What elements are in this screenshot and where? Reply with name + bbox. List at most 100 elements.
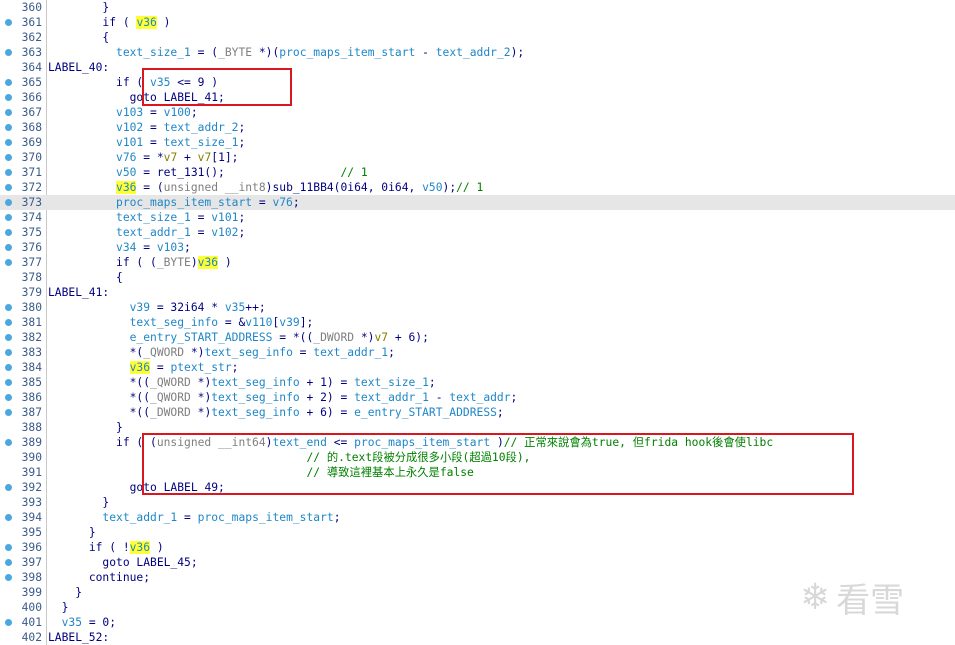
breakpoint-dot-icon[interactable]	[5, 304, 12, 311]
code-line[interactable]: 375 text_addr_1 = v102;	[0, 225, 955, 240]
breakpoint-dot-icon[interactable]	[5, 439, 12, 446]
breakpoint-dot-icon[interactable]	[5, 349, 12, 356]
code-token[interactable]: v7	[164, 151, 178, 164]
code-token[interactable]: v102	[211, 226, 238, 239]
code-line[interactable]: 379 LABEL_41:	[0, 285, 955, 300]
code-line[interactable]: 367 v103 = v100;	[0, 105, 955, 120]
code-token[interactable]: v101	[116, 136, 143, 149]
code-line[interactable]: 369 v101 = text_size_1;	[0, 135, 955, 150]
code-line[interactable]: 376 v34 = v103;	[0, 240, 955, 255]
code-token[interactable]: v50	[116, 166, 136, 179]
highlighted-identifier[interactable]: v36	[136, 16, 157, 29]
code-token[interactable]: text_addr_1	[116, 226, 191, 239]
code-token[interactable]: v39	[130, 301, 150, 314]
code-line[interactable]: 396 if ( !v36 )	[0, 540, 955, 555]
breakpoint-dot-icon[interactable]	[5, 19, 12, 26]
breakpoint-dot-icon[interactable]	[5, 124, 12, 131]
code-token[interactable]: v103	[157, 241, 184, 254]
code-token[interactable]: text_size_1	[354, 376, 429, 389]
code-token[interactable]: proc_maps_item_start	[279, 46, 415, 59]
breakpoint-dot-icon[interactable]	[5, 319, 12, 326]
code-token[interactable]: text_addr_1	[313, 346, 388, 359]
breakpoint-dot-icon[interactable]	[5, 574, 12, 581]
breakpoint-dot-icon[interactable]	[5, 409, 12, 416]
breakpoint-dot-icon[interactable]	[5, 169, 12, 176]
breakpoint-dot-icon[interactable]	[5, 334, 12, 341]
code-editor[interactable]: 360 } 361 if ( v36 ) 362 {363 text_size_1 …	[0, 0, 955, 645]
breakpoint-dot-icon[interactable]	[5, 199, 12, 206]
breakpoint-dot-icon[interactable]	[5, 514, 12, 521]
code-line[interactable]: 380 v39 = 32i64 * v35++;	[0, 300, 955, 315]
code-line[interactable]: 383 *(_QWORD *)text_seg_info = text_addr…	[0, 345, 955, 360]
breakpoint-dot-icon[interactable]	[5, 154, 12, 161]
breakpoint-dot-icon[interactable]	[5, 244, 12, 251]
code-token[interactable]: v7	[198, 151, 212, 164]
highlighted-identifier[interactable]: v36	[197, 256, 219, 269]
code-token[interactable]: v7	[374, 331, 388, 344]
breakpoint-dot-icon[interactable]	[5, 139, 12, 146]
code-line[interactable]: 393 }	[0, 495, 955, 510]
code-line[interactable]: 384 v36 = ptext_str;	[0, 360, 955, 375]
code-line[interactable]: 368 v102 = text_addr_2;	[0, 120, 955, 135]
code-token[interactable]: v50	[422, 181, 442, 194]
code-token[interactable]: v103	[116, 106, 143, 119]
breakpoint-dot-icon[interactable]	[5, 259, 12, 266]
code-line[interactable]: 402 LABEL_52:	[0, 630, 955, 645]
code-token[interactable]: v34	[116, 241, 136, 254]
code-token[interactable]: v100	[164, 106, 191, 119]
breakpoint-dot-icon[interactable]	[5, 559, 12, 566]
code-token[interactable]: text_seg_info	[130, 316, 218, 329]
code-line[interactable]: 385 *((_QWORD *)text_seg_info + 1) = tex…	[0, 375, 955, 390]
code-token[interactable]: text_addr_1	[102, 511, 177, 524]
code-token[interactable]: text_seg_info	[211, 391, 299, 404]
code-token[interactable]: v39	[279, 316, 299, 329]
code-token[interactable]: v101	[211, 211, 238, 224]
code-line[interactable]: 378 {	[0, 270, 955, 285]
breakpoint-dot-icon[interactable]	[5, 49, 12, 56]
breakpoint-dot-icon[interactable]	[5, 109, 12, 116]
breakpoint-dot-icon[interactable]	[5, 394, 12, 401]
code-line[interactable]: 363 text_size_1 = (_BYTE *)(proc_maps_it…	[0, 45, 955, 60]
breakpoint-dot-icon[interactable]	[5, 79, 12, 86]
code-line[interactable]: 370 v76 = *v7 + v7[1];	[0, 150, 955, 165]
code-line[interactable]: 374 text_size_1 = v101;	[0, 210, 955, 225]
code-token[interactable]: text_size_1	[164, 136, 239, 149]
highlighted-identifier[interactable]: v36	[129, 361, 151, 374]
highlighted-identifier[interactable]: v36	[129, 541, 151, 554]
highlighted-identifier[interactable]: v36	[116, 181, 137, 194]
breakpoint-dot-icon[interactable]	[5, 544, 12, 551]
breakpoint-dot-icon[interactable]	[5, 184, 12, 191]
code-token[interactable]: v110	[245, 316, 272, 329]
code-line[interactable]: 373 proc_maps_item_start = v76;	[0, 195, 955, 210]
code-line[interactable]: 372 v36 = (unsigned __int8)sub_11BB4(0i6…	[0, 180, 955, 195]
code-token[interactable]: proc_maps_item_start	[116, 196, 252, 209]
code-line[interactable]: 381 text_seg_info = &v110[v39];	[0, 315, 955, 330]
code-token[interactable]: ptext_str	[170, 361, 231, 374]
code-token[interactable]: text_addr_2	[164, 121, 239, 134]
code-token[interactable]: text_addr	[449, 391, 510, 404]
breakpoint-dot-icon[interactable]	[5, 484, 12, 491]
code-token[interactable]: e_entry_START_ADDRESS	[130, 331, 273, 344]
code-line[interactable]: 360 }	[0, 0, 955, 15]
breakpoint-dot-icon[interactable]	[5, 379, 12, 386]
breakpoint-dot-icon[interactable]	[5, 619, 12, 626]
code-line[interactable]: 395 }	[0, 525, 955, 540]
code-token[interactable]: e_entry_START_ADDRESS	[354, 406, 497, 419]
breakpoint-dot-icon[interactable]	[5, 214, 12, 221]
breakpoint-dot-icon[interactable]	[5, 364, 12, 371]
code-line[interactable]: 362 {	[0, 30, 955, 45]
code-token[interactable]: v35	[62, 616, 82, 629]
code-token[interactable]: v35	[225, 301, 245, 314]
code-token[interactable]: text_seg_info	[204, 346, 292, 359]
code-line[interactable]: 377 if ( (_BYTE)v36 )	[0, 255, 955, 270]
code-token[interactable]: text_size_1	[116, 46, 191, 59]
breakpoint-dot-icon[interactable]	[5, 229, 12, 236]
code-token[interactable]: text_size_1	[116, 211, 191, 224]
breakpoint-dot-icon[interactable]	[5, 94, 12, 101]
code-token[interactable]: text_seg_info	[211, 376, 299, 389]
code-token[interactable]: proc_maps_item_start	[198, 511, 334, 524]
code-token[interactable]: text_seg_info	[211, 406, 299, 419]
code-line[interactable]: 397 goto LABEL_45;	[0, 555, 955, 570]
code-line[interactable]: 361 if ( v36 )	[0, 15, 955, 30]
code-token[interactable]: text_addr_1	[354, 391, 429, 404]
